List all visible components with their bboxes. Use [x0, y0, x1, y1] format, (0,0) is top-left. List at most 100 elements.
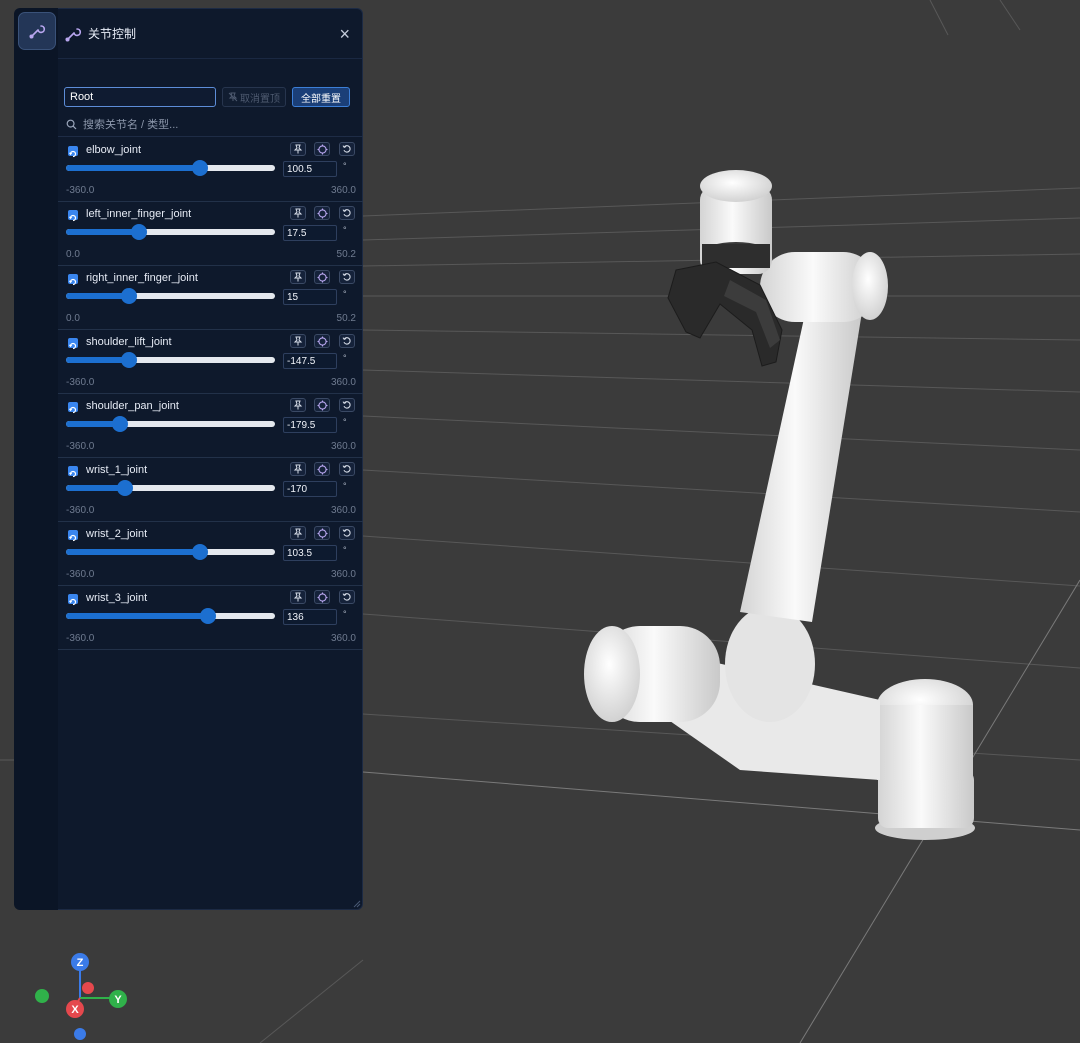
- joint-slider-thumb[interactable]: [120, 288, 137, 304]
- focus-joint-button[interactable]: [314, 270, 330, 284]
- focus-joint-button[interactable]: [314, 590, 330, 604]
- joint-slider[interactable]: [66, 544, 275, 560]
- joint-min-label: -360.0: [66, 441, 95, 452]
- pin-joint-button[interactable]: [290, 462, 306, 476]
- joint-max-label: 50.2: [336, 313, 356, 324]
- root-link-input[interactable]: [64, 87, 216, 107]
- joint-max-label: 360.0: [330, 377, 356, 388]
- joint-slider-fill: [66, 165, 200, 171]
- joint-min-label: 0.0: [66, 313, 80, 324]
- pin-icon: [293, 464, 303, 474]
- reset-icon: [342, 209, 351, 217]
- unpin-button[interactable]: 取消置顶: [222, 87, 286, 107]
- pin-icon: [293, 272, 303, 282]
- reset-joint-button[interactable]: [339, 270, 355, 284]
- joint-value-input[interactable]: [283, 545, 337, 561]
- joint-slider-thumb[interactable]: [191, 160, 208, 176]
- joint-slider[interactable]: [66, 224, 275, 240]
- joint-unit: °: [343, 417, 347, 427]
- target-icon: [317, 336, 327, 346]
- joint-max-label: 360.0: [330, 633, 356, 644]
- unpin-label: 取消置顶: [240, 93, 280, 105]
- reset-icon: [342, 465, 351, 473]
- joint-search-input[interactable]: [81, 117, 345, 132]
- joint-value-input[interactable]: [283, 609, 337, 625]
- reset-joint-button[interactable]: [339, 526, 355, 540]
- target-icon: [317, 208, 327, 218]
- wrench-icon: [29, 25, 46, 39]
- joint-slider[interactable]: [66, 352, 275, 368]
- pin-joint-button[interactable]: [290, 142, 306, 156]
- joint-search-bar: [58, 113, 363, 137]
- pin-icon: [293, 144, 303, 154]
- joint-slider-thumb[interactable]: [116, 480, 133, 496]
- joint-value-input[interactable]: [283, 481, 337, 497]
- joint-slider-thumb[interactable]: [120, 352, 137, 368]
- joint-slider[interactable]: [66, 160, 275, 176]
- joint-slider-thumb[interactable]: [191, 544, 208, 560]
- resize-grip-icon[interactable]: [353, 900, 361, 908]
- revolute-joint-icon: [68, 530, 78, 542]
- close-icon[interactable]: ×: [335, 23, 354, 45]
- pin-joint-button[interactable]: [290, 334, 306, 348]
- joint-slider-fill: [66, 229, 140, 235]
- joint-min-label: -360.0: [66, 569, 95, 580]
- axis-y-label: Y: [114, 994, 122, 1006]
- joint-slider[interactable]: [66, 288, 275, 304]
- panel-title: 关节控制: [88, 27, 137, 41]
- joint-row: wrist_1_joint ° -360.0 360.0: [58, 458, 363, 522]
- joint-slider-thumb[interactable]: [200, 608, 217, 624]
- joint-max-label: 360.0: [330, 505, 356, 516]
- joint-max-label: 360.0: [330, 441, 356, 452]
- search-icon: [66, 119, 77, 130]
- pin-joint-button[interactable]: [290, 590, 306, 604]
- focus-joint-button[interactable]: [314, 526, 330, 540]
- focus-joint-button[interactable]: [314, 398, 330, 412]
- reset-joint-button[interactable]: [339, 206, 355, 220]
- focus-joint-button[interactable]: [314, 142, 330, 156]
- revolute-joint-icon: [68, 466, 78, 478]
- reset-joint-button[interactable]: [339, 462, 355, 476]
- joint-slider[interactable]: [66, 480, 275, 496]
- joint-name: wrist_3_joint: [86, 592, 148, 604]
- target-icon: [317, 400, 327, 410]
- axis-y-negative-dot: [35, 989, 49, 1003]
- joint-value-input[interactable]: [283, 353, 337, 369]
- joint-control-toggle-button[interactable]: [18, 12, 56, 50]
- joint-slider[interactable]: [66, 608, 275, 624]
- revolute-joint-icon: [68, 338, 78, 350]
- joint-unit: °: [343, 609, 347, 619]
- joint-slider[interactable]: [66, 416, 275, 432]
- joint-slider-thumb[interactable]: [112, 416, 129, 432]
- focus-joint-button[interactable]: [314, 206, 330, 220]
- reset-all-button[interactable]: 全部重置: [292, 87, 350, 107]
- pin-joint-button[interactable]: [290, 206, 306, 220]
- pin-joint-button[interactable]: [290, 270, 306, 284]
- reset-joint-button[interactable]: [339, 334, 355, 348]
- joint-value-input[interactable]: [283, 289, 337, 305]
- joint-unit: °: [343, 289, 347, 299]
- pin-joint-button[interactable]: [290, 526, 306, 540]
- axis-x-negative-dot: [82, 982, 94, 994]
- revolute-joint-icon: [68, 594, 78, 606]
- joint-value-input[interactable]: [283, 161, 337, 177]
- joint-slider-thumb[interactable]: [131, 224, 148, 240]
- reset-joint-button[interactable]: [339, 398, 355, 412]
- focus-joint-button[interactable]: [314, 334, 330, 348]
- joint-row: right_inner_finger_joint ° 0.0 50.2: [58, 266, 363, 330]
- joint-value-input[interactable]: [283, 417, 337, 433]
- axes-gizmo: Z Y X: [35, 953, 127, 1040]
- joint-slider-fill: [66, 549, 200, 555]
- reset-icon: [342, 337, 351, 345]
- revolute-joint-icon: [68, 402, 78, 414]
- pin-icon: [293, 208, 303, 218]
- joint-min-label: -360.0: [66, 377, 95, 388]
- reset-joint-button[interactable]: [339, 590, 355, 604]
- joint-slider-fill: [66, 485, 125, 491]
- focus-joint-button[interactable]: [314, 462, 330, 476]
- wrench-icon: [65, 27, 82, 42]
- joint-value-input[interactable]: [283, 225, 337, 241]
- joint-unit: °: [343, 161, 347, 171]
- pin-joint-button[interactable]: [290, 398, 306, 412]
- reset-joint-button[interactable]: [339, 142, 355, 156]
